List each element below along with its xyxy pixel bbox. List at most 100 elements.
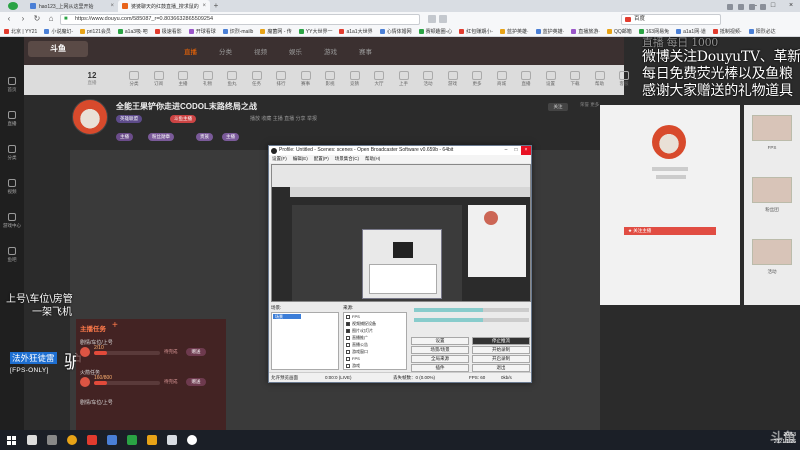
menu-item[interactable]: 娱乐 [289,46,302,56]
category-item[interactable]: 鱼丸 [222,71,242,87]
menu-item[interactable]: 分类 [219,46,232,56]
task-send-button[interactable]: 赠送 [186,378,206,386]
bookmark-item[interactable]: a1a1网·道 [676,28,706,35]
category-item[interactable]: 帮助 [590,71,610,87]
bookmark-item[interactable]: a1a3吸·吧 [117,28,148,35]
source-checkbox[interactable] [346,356,350,361]
category-item[interactable]: 订阅 [149,71,169,87]
tray-icon[interactable] [738,4,744,10]
address-bar[interactable]: ■ https://www.douyu.com/585087_r=0.80366… [60,13,420,25]
tray-icon[interactable] [727,4,733,10]
category-item[interactable]: 任务 [247,71,267,87]
bookmark-item[interactable]: 心情体婚网 [379,28,412,35]
scene-item[interactable]: 场景 [273,314,301,319]
category-item[interactable]: 直播 [516,71,536,87]
source-item[interactable]: 直播推广 [346,335,368,341]
category-item[interactable]: 礼物 [198,71,218,87]
menu-item[interactable]: 游戏 [324,46,337,56]
menu-item[interactable]: 直播 [184,46,197,56]
category-item[interactable]: 分类 [124,71,144,87]
source-item[interactable]: 图片/幻灯片 [346,328,373,334]
search-icon[interactable] [22,430,42,450]
obs-menu-item[interactable]: 配置(P) [314,155,329,163]
search-input[interactable]: 百度 [621,13,721,25]
close-icon[interactable]: × [782,0,800,12]
category-item[interactable]: 影视 [320,71,340,87]
follow-button[interactable]: 关注 [548,103,568,111]
category-item[interactable]: 设置 [541,71,561,87]
source-checkbox[interactable] [346,343,350,347]
back-icon[interactable]: ‹ [4,14,14,24]
obs-preview[interactable] [271,164,531,302]
close-icon[interactable]: × [521,146,531,155]
browser-tab[interactable]: hao123_上网从这里开始 × [26,0,118,12]
network-icon[interactable] [760,4,766,10]
maximize-icon[interactable]: □ [511,146,521,155]
add-icon[interactable]: + [112,320,118,331]
category-item[interactable]: 更多 [467,71,487,87]
room-tag[interactable]: 斗鱼主播 [170,115,196,123]
forward-icon[interactable]: › [18,14,28,24]
start-button[interactable] [0,430,22,450]
category-item[interactable]: 赛事 [296,71,316,87]
bookmark-item[interactable]: 蓝护英雄· [499,28,529,35]
home-icon[interactable]: ⌂ [46,14,56,24]
source-item[interactable]: FPS [346,356,360,361]
room-pill-tag[interactable]: 粉丝勋章 [148,133,174,141]
source-item[interactable]: FPS [346,314,360,319]
chrome-icon[interactable] [62,430,82,450]
bookmark-item[interactable]: a1a1大世界 [339,28,373,35]
source-item[interactable]: 游戏 [346,363,360,369]
category-item[interactable]: 大厅 [369,71,389,87]
bookmark-item[interactable]: 抵制视频- [712,28,742,35]
extension-icon[interactable] [428,15,436,23]
bookmark-item[interactable]: 开球看球 [188,28,216,35]
bookmark-item[interactable]: pri121会员 [79,28,111,35]
bookmark-item[interactable]: 魔菌网 - 传 [260,28,292,35]
sidebar-item[interactable]: 分类 [0,145,24,161]
streamer-avatar[interactable] [72,99,108,135]
sidebar-item[interactable]: 首页 [0,77,24,93]
bookmark-item[interactable]: 小说魔幻- [44,28,73,35]
activity-card[interactable] [752,177,792,203]
sources-list[interactable]: FPS 视频捕捉设备 图片/幻灯片 直播推广 直播公告 游戏窗口 FPS 游戏 [343,312,407,370]
streamer-card-avatar[interactable] [652,125,686,159]
obs-button[interactable]: 开始录制 [472,346,530,354]
bookmark-star-icon[interactable] [439,15,447,23]
obs-button[interactable]: 场景/场景 [411,346,469,354]
browser-tab-active[interactable]: 婆婆聊天的红鼓直播_搜求鼠的 × [118,0,210,12]
tab-close-icon[interactable]: × [110,3,114,9]
bookmark-item[interactable]: 阳烈必达 [748,28,776,35]
follow-streamer-button[interactable]: ★ 关注主播 [624,227,716,235]
maximize-icon[interactable]: □ [764,0,782,12]
menu-item[interactable]: 视频 [254,46,267,56]
live-count[interactable]: 12 直播 [84,71,100,86]
source-checkbox[interactable] [346,314,350,319]
bookmark-item[interactable]: 直播旅游· [571,28,600,35]
category-item[interactable]: 下载 [565,71,585,87]
obs-menu-item[interactable]: 场景集合(C) [335,155,359,163]
store-icon[interactable] [82,430,102,450]
bookmark-item[interactable]: 赛顿趣圈-心 [418,28,452,35]
obs-menu-item[interactable]: 帮助(H) [365,155,380,163]
category-item[interactable]: 竞猜 [345,71,365,87]
category-item[interactable]: 上手 [394,71,414,87]
bookmark-item[interactable]: QQ邮箱 [606,28,632,35]
obs-menu-item[interactable]: 设置(F) [272,155,287,163]
explorer-icon[interactable] [142,430,162,450]
music-icon[interactable] [102,430,122,450]
site-logo[interactable]: 斗鱼 [28,41,88,57]
source-item[interactable]: 视频捕捉设备 [346,321,376,327]
scenes-list[interactable]: 场景 [271,312,339,370]
room-pill-tag[interactable]: 主播 [116,133,133,141]
sidebar-item[interactable]: 视频 [0,179,24,195]
room-tag[interactable]: 英雄联盟 [116,115,142,123]
obs-button[interactable]: 退出 [472,364,530,372]
category-item[interactable]: 商城 [492,71,512,87]
refresh-icon[interactable]: ↻ [32,14,42,24]
bookmark-item[interactable]: 北京 | YY21 [4,28,37,35]
browser-icon[interactable] [122,430,142,450]
source-item[interactable]: 直播公告 [346,342,368,348]
source-checkbox[interactable] [346,336,350,340]
source-checkbox[interactable] [346,322,350,326]
